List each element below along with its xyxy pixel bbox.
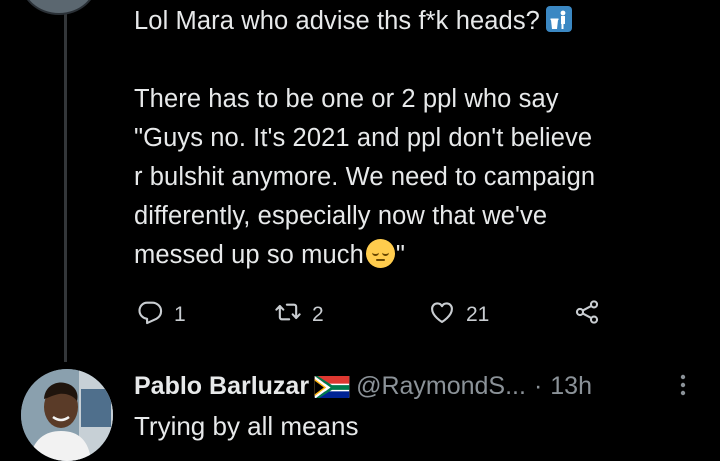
reply-display-name[interactable]: Pablo Barluzar	[134, 370, 309, 402]
reply-timestamp[interactable]: 13h	[550, 370, 592, 402]
reply-icon	[136, 298, 164, 332]
heart-icon	[428, 298, 456, 332]
like-count: 21	[466, 303, 490, 326]
reply-body: Trying by all means	[134, 411, 359, 441]
put-litter-in-its-place-emoji	[545, 6, 572, 32]
reply-user-avatar[interactable]	[21, 369, 113, 461]
share-icon	[573, 298, 601, 332]
retweet-icon	[274, 298, 302, 332]
tweet-first-line: Lol Mara who advise ths f*k heads?	[134, 7, 540, 35]
reply-header: Pablo Barluzar @RaymondS... · 13h	[134, 370, 714, 402]
reply-handle[interactable]: @RaymondS...	[356, 370, 526, 402]
tweet-paragraph: There has to be one or 2 ppl who say "Gu…	[134, 85, 596, 269]
south-africa-flag-icon	[314, 375, 350, 398]
parent-tweet-avatar[interactable]	[20, 0, 98, 15]
retweet-button[interactable]: 2	[274, 298, 324, 332]
header-separator: ·	[533, 372, 543, 400]
share-button[interactable]	[573, 298, 601, 332]
reply-button[interactable]: 1	[136, 298, 186, 332]
reply-count: 1	[174, 303, 186, 326]
tweet-closing-quote: "	[395, 241, 406, 269]
like-button[interactable]: 21	[428, 298, 489, 332]
pensive-face-emoji	[365, 239, 395, 268]
retweet-count: 2	[312, 303, 324, 326]
tweet-action-bar: 1 2 21	[0, 298, 720, 328]
more-options-icon[interactable]	[678, 373, 688, 407]
tweet-body: Lol Mara who advise ths f*k heads? There…	[134, 2, 709, 275]
